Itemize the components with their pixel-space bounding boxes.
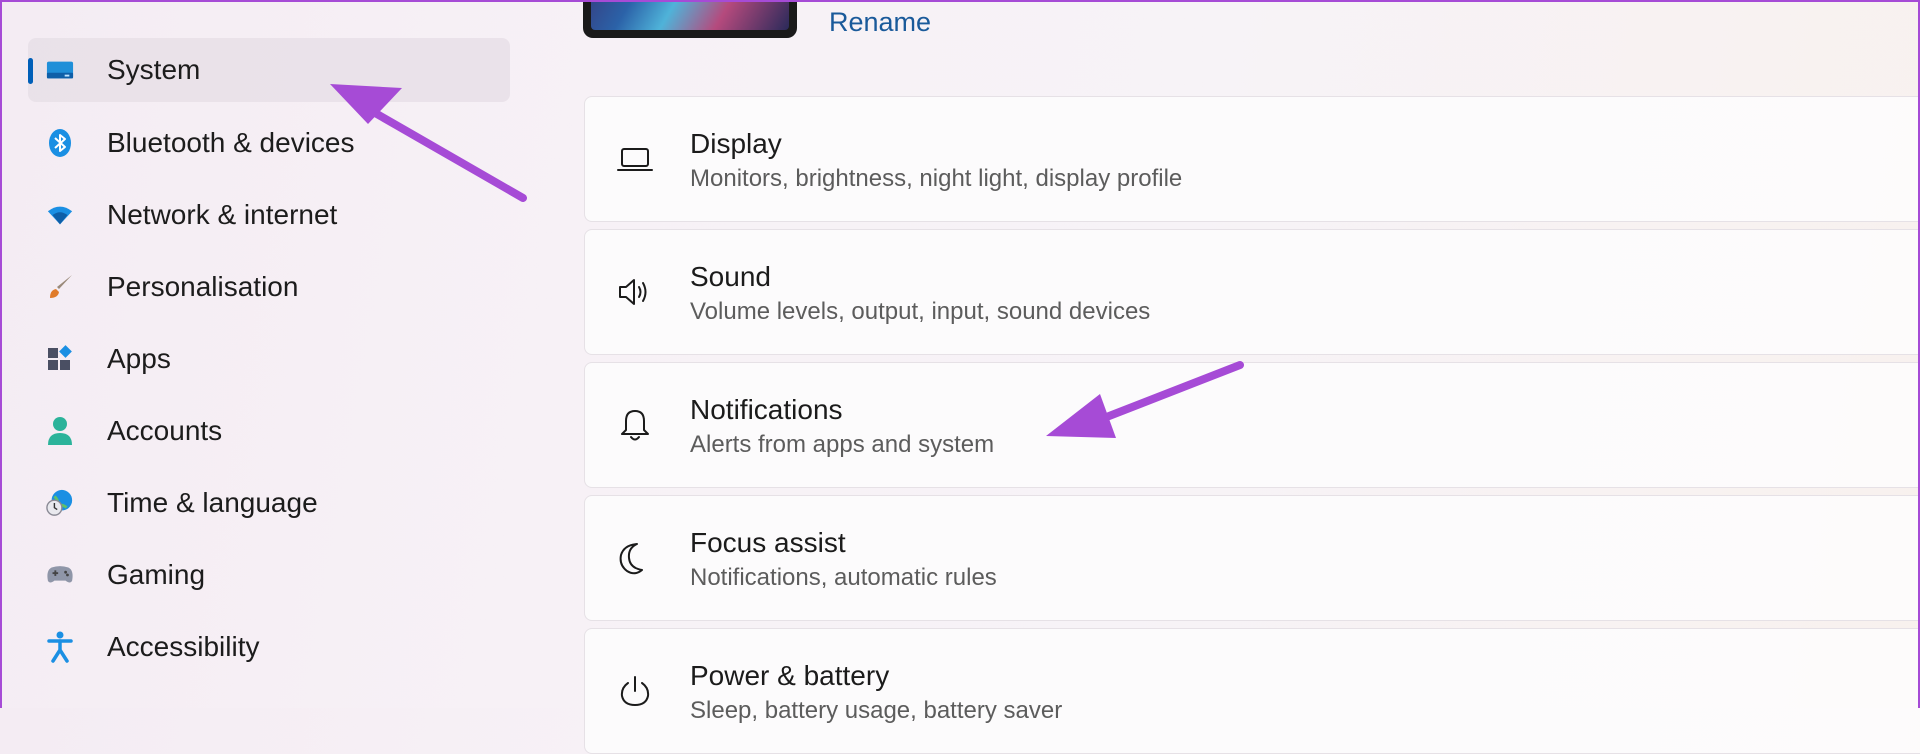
apps-icon [46, 345, 74, 373]
card-subtitle: Monitors, brightness, night light, displ… [690, 165, 1183, 192]
selected-indicator [28, 58, 33, 84]
paintbrush-icon [46, 273, 74, 301]
laptop-icon [615, 139, 655, 179]
sidebar-item-system[interactable]: System [28, 38, 510, 102]
speaker-icon [615, 272, 655, 312]
card-subtitle: Notifications, automatic rules [690, 564, 997, 591]
card-subtitle: Alerts from apps and system [690, 431, 995, 458]
settings-card-notifications[interactable]: Notifications Alerts from apps and syste… [584, 362, 1920, 488]
bell-icon [615, 405, 655, 445]
wifi-icon [46, 201, 74, 229]
card-title: Display [690, 128, 782, 159]
sidebar-item-label: Apps [107, 343, 171, 374]
sidebar-item-gaming[interactable]: Gaming [28, 543, 510, 607]
card-subtitle: Sleep, battery usage, battery saver [690, 697, 1063, 724]
card-title: Notifications [690, 394, 843, 425]
card-subtitle: Volume levels, output, input, sound devi… [690, 298, 1151, 325]
sidebar-item-label: Network & internet [107, 199, 338, 230]
sidebar-item-bluetooth[interactable]: Bluetooth & devices [28, 111, 510, 175]
sidebar-item-label: Gaming [107, 559, 206, 590]
sidebar-item-label: System [107, 54, 201, 85]
accessibility-icon [46, 631, 74, 663]
sidebar-item-label: Bluetooth & devices [107, 127, 355, 158]
globe-clock-icon [46, 489, 74, 517]
sidebar-item-accounts[interactable]: Accounts [28, 399, 510, 463]
person-icon [46, 417, 74, 445]
settings-card-display[interactable]: Display Monitors, brightness, night ligh… [584, 96, 1920, 222]
sidebar-item-personalisation[interactable]: Personalisation [28, 255, 510, 319]
settings-card-power-battery[interactable]: Power & battery Sleep, battery usage, ba… [584, 628, 1920, 754]
sidebar-item-label: Time & language [107, 487, 318, 518]
monitor-icon [46, 56, 74, 84]
sidebar-item-label: Personalisation [107, 271, 299, 302]
device-wallpaper-thumbnail [583, 0, 797, 38]
sidebar-item-network[interactable]: Network & internet [28, 183, 510, 247]
bluetooth-icon [46, 129, 74, 157]
sidebar-item-accessibility[interactable]: Accessibility [28, 615, 510, 679]
sidebar-item-label: Accessibility [107, 631, 260, 662]
gamepad-icon [46, 561, 74, 589]
moon-icon [615, 538, 655, 578]
card-title: Power & battery [690, 660, 890, 691]
settings-card-focus-assist[interactable]: Focus assist Notifications, automatic ru… [584, 495, 1920, 621]
sidebar-item-label: Accounts [107, 415, 223, 446]
settings-sidebar: System Bluetooth & devices Network & int… [0, 0, 560, 708]
power-icon [615, 671, 655, 711]
card-title: Focus assist [690, 527, 846, 558]
rename-link[interactable]: Rename [829, 4, 931, 40]
settings-card-sound[interactable]: Sound Volume levels, output, input, soun… [584, 229, 1920, 355]
sidebar-item-apps[interactable]: Apps [28, 327, 510, 391]
sidebar-item-time-language[interactable]: Time & language [28, 471, 510, 535]
card-title: Sound [690, 261, 771, 292]
